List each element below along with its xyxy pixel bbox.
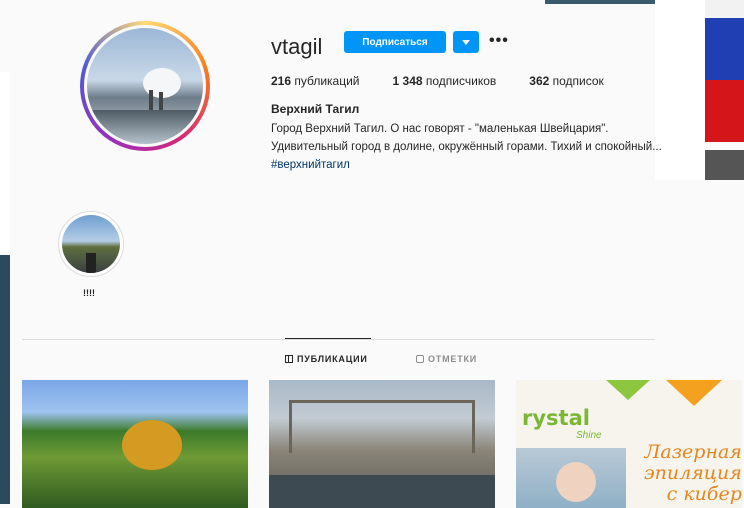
post-thumbnail[interactable]: rystal Shine Лазерная эпиляция с кибер	[516, 380, 742, 508]
tab-publications[interactable]: ПУБЛИКАЦИИ	[285, 354, 368, 364]
stat-posts: 216 публикаций	[271, 74, 360, 88]
profile-avatar[interactable]	[80, 21, 210, 151]
stat-followers[interactable]: 1 348 подписчиков	[393, 74, 497, 88]
profile-bio: Город Верхний Тагил. О нас говорят - "ма…	[271, 120, 671, 174]
story-highlight[interactable]	[58, 211, 124, 277]
flag-image	[705, 0, 744, 142]
post-thumbnail[interactable]	[22, 380, 248, 508]
chevron-down-icon	[462, 39, 470, 45]
ad-brand-sub: Shine	[576, 430, 602, 441]
bio-line: Город Верхний Тагил. О нас говорят - "ма…	[271, 123, 609, 135]
bio-line: Удивительный город в долине, окружённый …	[271, 141, 662, 153]
more-options-icon[interactable]: •••	[489, 32, 509, 50]
post-thumbnail[interactable]	[269, 380, 495, 508]
avatar-image	[84, 25, 206, 147]
bio-hashtag-link[interactable]: #верхнийтагил	[271, 156, 671, 174]
profile-full-name: Верхний Тагил	[271, 102, 360, 116]
tag-icon	[416, 355, 424, 363]
tabs-divider	[22, 339, 655, 340]
suggestions-dropdown-button[interactable]	[453, 31, 479, 53]
highlight-image	[62, 215, 120, 273]
ad-model-image	[516, 448, 626, 508]
follow-button[interactable]: Подписаться	[344, 31, 446, 53]
ad-promo-text: Лазерная эпиляция с кибер	[644, 441, 742, 505]
tab-tagged[interactable]: ОТМЕТКИ	[416, 354, 477, 364]
profile-username: vtagil	[271, 34, 323, 59]
background-gray-block	[705, 150, 744, 180]
highlight-label: !!!!	[83, 288, 95, 298]
ad-brand-text: rystal	[522, 406, 590, 430]
grid-icon	[285, 355, 293, 363]
active-tab-indicator	[285, 338, 371, 339]
profile-stats: 216 публикаций 1 348 подписчиков 362 под…	[271, 74, 637, 88]
profile-page: vtagil Подписаться ••• 216 публикаций 1 …	[10, 4, 742, 508]
stat-following[interactable]: 362 подписок	[529, 74, 604, 88]
